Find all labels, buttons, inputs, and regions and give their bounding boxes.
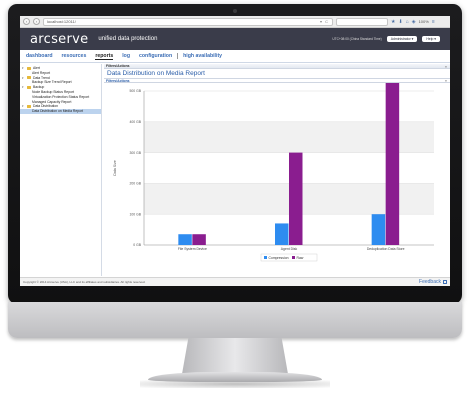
zoom-level[interactable]: 100% [419,19,429,24]
app-header: arcserve unified data protection UTC+08:… [20,28,450,50]
collapse-icon[interactable]: ▾ [22,85,26,90]
x-tick-label: Agent Disk [281,247,298,251]
folder-icon [27,86,31,90]
nav-resources[interactable]: resources [62,53,87,59]
forward-arrow-icon[interactable]: › [33,18,40,25]
user-menu-button[interactable]: Administrator ▾ [386,36,418,42]
bar-compression [371,214,386,245]
report-title: Data Distribution on Media Report [107,70,205,77]
y-tick-label: 500 GB [130,89,142,93]
monitor-chin [8,302,462,338]
collapse-icon[interactable]: ▾ [22,76,26,81]
home-icon[interactable]: ⌂ [406,19,409,25]
monitor-stand-neck [182,338,288,374]
y-tick-label: 300 GB [130,151,142,155]
chart-area: 0 GB 100 GB 200 GB 300 GB 400 GB 500 GB Data S… [104,63,450,269]
monitor-stand-base [148,372,322,382]
shield-icon[interactable]: ◈ [412,19,416,25]
bookmark-star-icon[interactable]: ★ [391,19,395,25]
browser-toolbar: ‹ › localhost:12011/ ▾ C ★ ⬇ ⌂ ◈ 100% ≡ [20,16,450,28]
x-tick-label: Deduplication Data Store [367,247,405,251]
header-right: UTC+08:00 (China Standard Time) Administ… [332,36,440,42]
legend-swatch [264,256,267,259]
back-arrow-icon[interactable]: ‹ [23,18,30,25]
browser-search-input[interactable] [336,17,388,26]
bar-compression [178,234,192,245]
help-button[interactable]: Help ▾ [422,36,440,42]
bar-raw [289,152,303,245]
collapse-icon[interactable]: ▾ [22,66,26,71]
copyright-text: Copyright © 2014 Arcserve (USA), LLC and… [23,280,146,284]
nav-configuration[interactable]: configuration [139,53,172,59]
x-tick-label: File System Device [178,247,207,251]
y-tick-label: 100 GB [130,212,142,216]
tree-item-data-distribution-media[interactable]: Data Distribution on Media Report [20,109,101,114]
y-tick-label: 200 GB [130,182,142,186]
folder-icon [27,76,31,80]
bar-chart: 0 GB 100 GB 200 GB 300 GB 400 GB 500 GB Data S… [113,63,434,262]
legend-swatch [292,256,295,259]
main-nav: dashboard resources reports log configur… [20,50,450,63]
feedback-icon [443,280,447,284]
expand-icon[interactable]: » [445,64,447,69]
url-text: localhost:12011/ [47,18,76,24]
nav-log[interactable]: log [122,53,130,59]
menu-icon[interactable]: ≡ [432,19,435,25]
folder-icon [27,105,31,109]
nav-high-availability[interactable]: high availability [183,53,222,59]
tagline: unified data protection [98,36,158,42]
report-tree: ▾ Alert Alert Report ▾ Data Trend Backup S… [20,64,102,276]
y-tick-label: 400 GB [130,120,142,124]
timezone-label: UTC+08:00 (China Standard Time) [332,37,382,41]
collapse-icon[interactable]: ▾ [22,104,26,109]
bar-compression [275,223,289,245]
reload-icon[interactable]: ▾ C [320,19,329,25]
y-tick-label: 0 GB [133,243,141,247]
footer: Copyright © 2014 Arcserve (USA), LLC and… [20,277,450,286]
legend-label: Raw [297,256,304,260]
downloads-icon[interactable]: ⬇ [398,19,402,25]
nav-separator [177,53,179,59]
nav-reports[interactable]: reports [95,53,114,60]
bar-raw [192,234,206,245]
arcserve-logo: arcserve [30,31,89,47]
feedback-link[interactable]: Feedback [419,279,447,285]
address-bar[interactable]: localhost:12011/ ▾ C [43,17,333,26]
screen: ‹ › localhost:12011/ ▾ C ★ ⬇ ⌂ ◈ 100% ≡ … [20,16,450,286]
legend-label: Compression [269,256,289,260]
webcam-icon [233,9,237,13]
report-panel: Filters/Actions» Data Distribution on Me… [104,63,450,276]
bar-raw [385,63,400,245]
y-axis-label: Data Size [113,160,117,176]
nav-dashboard[interactable]: dashboard [26,53,53,59]
folder-icon [27,66,31,70]
